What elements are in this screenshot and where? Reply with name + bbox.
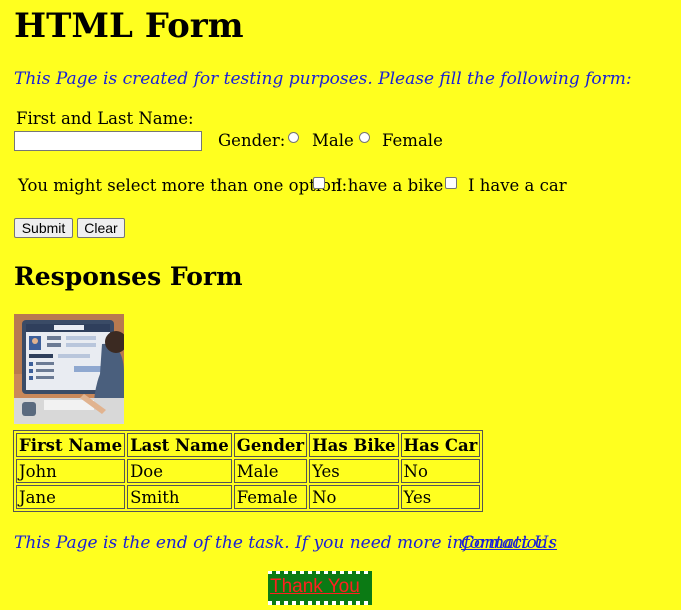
gender-male-radio[interactable] <box>288 132 299 143</box>
table-cell: Doe <box>127 459 232 483</box>
table-header-cell: Has Bike <box>309 433 399 457</box>
gender-male-label[interactable]: Male <box>312 131 354 151</box>
thank-you-label[interactable]: Thank You <box>270 574 360 600</box>
submit-button[interactable]: Submit <box>14 218 73 238</box>
table-cell: Yes <box>400 485 481 509</box>
table-header-cell: Has Car <box>400 433 481 457</box>
gender-female-label[interactable]: Female <box>382 131 443 151</box>
car-checkbox-label[interactable]: I have a car <box>468 176 567 196</box>
clear-button[interactable]: Clear <box>77 218 125 238</box>
responses-table: First Name Last Name Gender Has Bike Has… <box>13 430 484 512</box>
table-cell: No <box>309 485 399 509</box>
responses-title: Responses Form <box>14 262 243 291</box>
table-header-cell: Last Name <box>127 433 232 457</box>
table-cell: John <box>16 459 126 483</box>
name-input[interactable] <box>14 131 202 151</box>
page-title: HTML Form <box>14 6 244 46</box>
bike-checkbox[interactable] <box>313 177 325 189</box>
name-label: First and Last Name: <box>16 109 194 128</box>
car-checkbox[interactable] <box>445 177 457 189</box>
table-cell: Male <box>233 459 308 483</box>
table-header-cell: First Name <box>16 433 126 457</box>
table-row: John Doe Male Yes No <box>16 459 481 483</box>
form-illustration-image <box>14 314 124 424</box>
options-label: You might select more than one option: <box>18 176 348 195</box>
form-illustration-svg <box>14 314 124 424</box>
table-cell: Female <box>233 485 308 509</box>
table-cell: Smith <box>127 485 232 509</box>
intro-text: This Page is created for testing purpose… <box>14 69 632 89</box>
thank-you-button[interactable]: Thank You <box>268 571 372 605</box>
table-cell: No <box>400 459 481 483</box>
table-header-row: First Name Last Name Gender Has Bike Has… <box>16 433 481 457</box>
table-cell: Yes <box>309 459 399 483</box>
gender-label: Gender: <box>218 131 286 150</box>
gender-female-radio[interactable] <box>359 132 370 143</box>
bike-checkbox-label[interactable]: I have a bike <box>336 176 443 196</box>
table-header-cell: Gender <box>233 433 308 457</box>
table-cell: Jane <box>16 485 126 509</box>
contact-us-link[interactable]: Contact Us <box>461 533 557 553</box>
table-row: Jane Smith Female No Yes <box>16 485 481 509</box>
